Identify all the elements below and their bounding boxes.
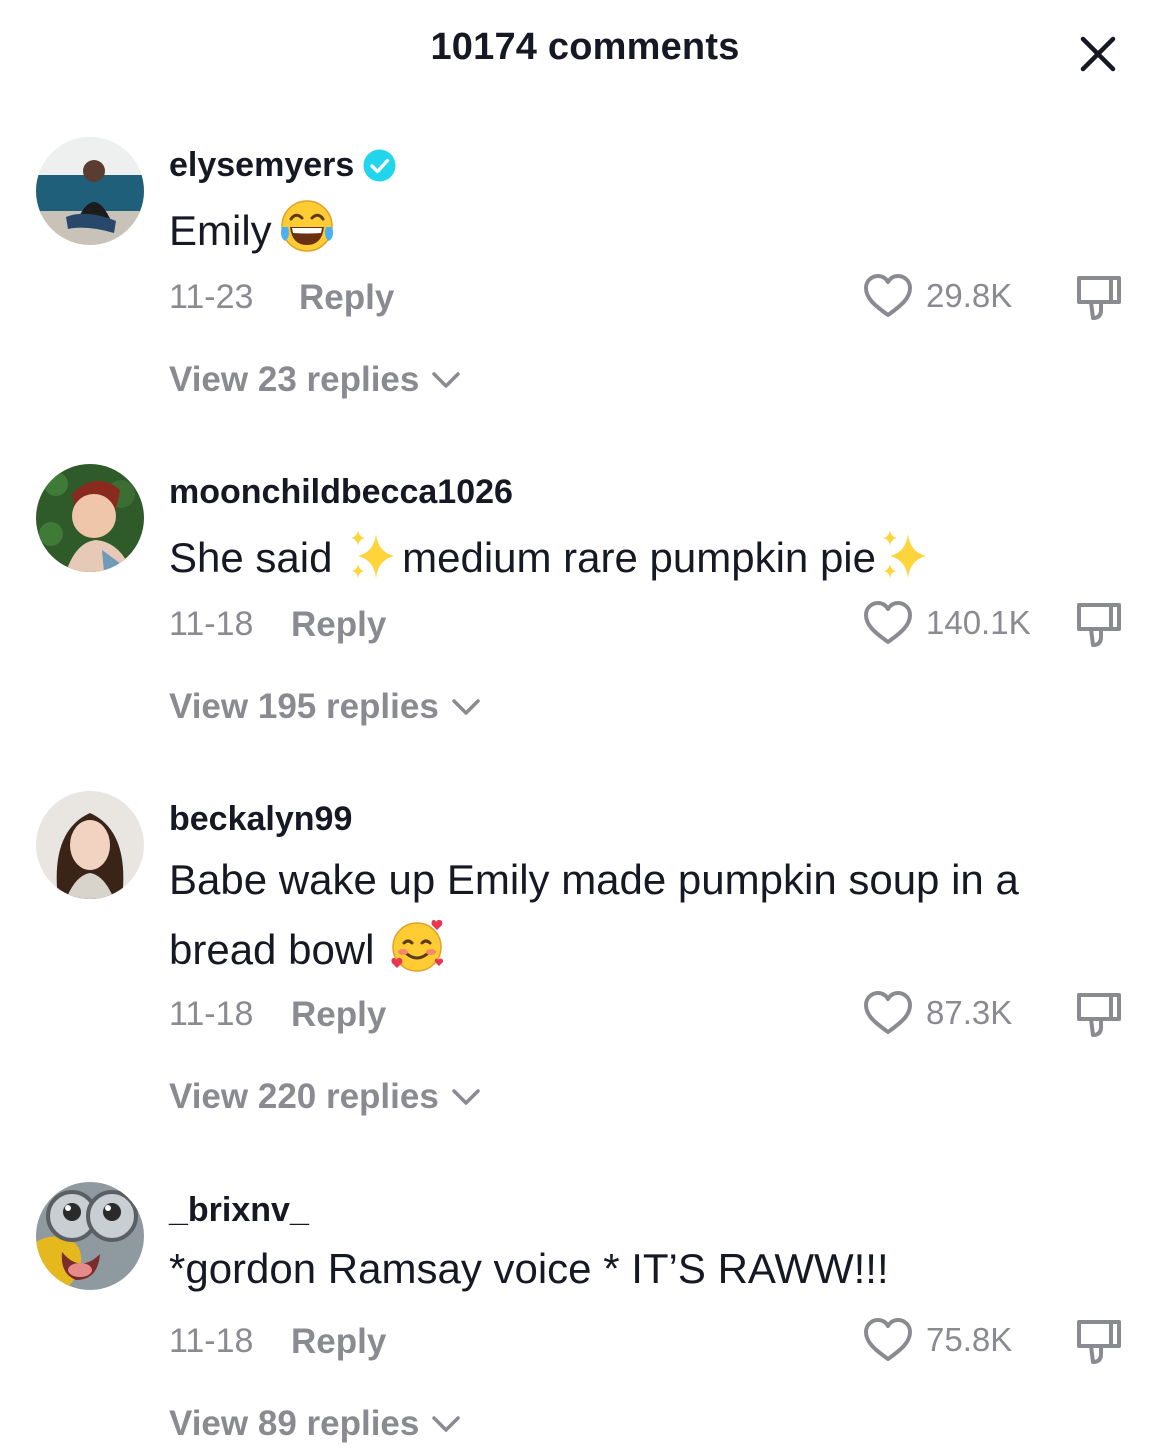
avatar[interactable] [36, 791, 144, 899]
chevron-down-icon [429, 368, 463, 392]
close-icon [1080, 36, 1116, 72]
close-button[interactable] [1074, 30, 1122, 78]
dislike-button[interactable] [1071, 1316, 1127, 1368]
comment-meta: 11-18 Reply 140.1K [169, 599, 1129, 647]
dislike-button[interactable] [1071, 272, 1127, 324]
chevron-down-icon [449, 695, 483, 719]
view-replies-button[interactable]: View 220 replies [169, 1077, 483, 1117]
comment-date: 11-23 [169, 278, 254, 316]
reply-button[interactable]: Reply [291, 1322, 386, 1362]
heart-icon [864, 1318, 912, 1361]
comments-count-title: 10174 comments [430, 26, 740, 68]
comment-meta: 11-23 Reply 29.8K [169, 272, 1129, 320]
reply-button[interactable]: Reply [291, 605, 386, 645]
view-replies-button[interactable]: View 89 replies [169, 1404, 463, 1444]
thumbs-down-icon [1077, 603, 1121, 647]
comment-username[interactable]: beckalyn99 [169, 800, 352, 839]
chevron-down-icon [429, 1412, 463, 1436]
view-replies-button[interactable]: View 23 replies [169, 360, 463, 400]
heart-icon [864, 274, 912, 317]
heart-icon [864, 601, 912, 644]
comment-text: She said medium rare pumpkin pie [169, 523, 1139, 593]
comments-sheet: 10174 comments elysemyers Emily 11-23 Re… [0, 0, 1170, 1451]
thumbs-down-icon [1077, 993, 1121, 1037]
laughing-emoji-icon [278, 197, 336, 255]
like-count: 87.3K [926, 994, 1013, 1031]
reply-button[interactable]: Reply [299, 278, 394, 318]
reply-button[interactable]: Reply [291, 995, 386, 1035]
comment-username[interactable]: moonchildbecca1026 [169, 473, 513, 512]
avatar[interactable] [36, 137, 144, 245]
like-button[interactable]: 87.3K [862, 989, 1012, 1037]
avatar[interactable] [36, 1182, 144, 1290]
verified-badge-icon [363, 149, 396, 182]
comment-username[interactable]: elysemyers [169, 146, 396, 185]
like-count: 140.1K [926, 604, 1031, 641]
comment-meta: 11-18 Reply 75.8K [169, 1316, 1129, 1364]
comment-date: 11-18 [169, 605, 254, 643]
comment-meta: 11-18 Reply 87.3K [169, 989, 1129, 1037]
comment-text: Emily [169, 196, 1139, 266]
comment-text: Babe wake up Emily made pumpkin soup in … [169, 856, 1019, 974]
avatar[interactable] [36, 464, 144, 572]
thumbs-down-icon [1077, 276, 1121, 320]
chevron-down-icon [449, 1085, 483, 1109]
comment-username[interactable]: _brixnv_ [169, 1191, 309, 1230]
like-button[interactable]: 75.8K [862, 1316, 1012, 1364]
comment-date: 11-18 [169, 995, 254, 1033]
like-button[interactable]: 140.1K [862, 599, 1031, 647]
like-button[interactable]: 29.8K [862, 272, 1012, 320]
comment-date: 11-18 [169, 1322, 254, 1360]
dislike-button[interactable] [1071, 989, 1127, 1041]
like-count: 75.8K [926, 1321, 1013, 1358]
sparkles-emoji-icon [878, 526, 932, 582]
dislike-button[interactable] [1071, 599, 1127, 651]
comment-text: *gordon Ramsay voice * IT’S RAWW!!! [169, 1245, 889, 1292]
like-count: 29.8K [926, 277, 1013, 314]
smiling-face-with-hearts-icon [388, 916, 446, 974]
view-replies-button[interactable]: View 195 replies [169, 687, 483, 727]
sparkles-emoji-icon [346, 526, 400, 582]
heart-icon [864, 991, 912, 1034]
thumbs-down-icon [1077, 1320, 1121, 1364]
